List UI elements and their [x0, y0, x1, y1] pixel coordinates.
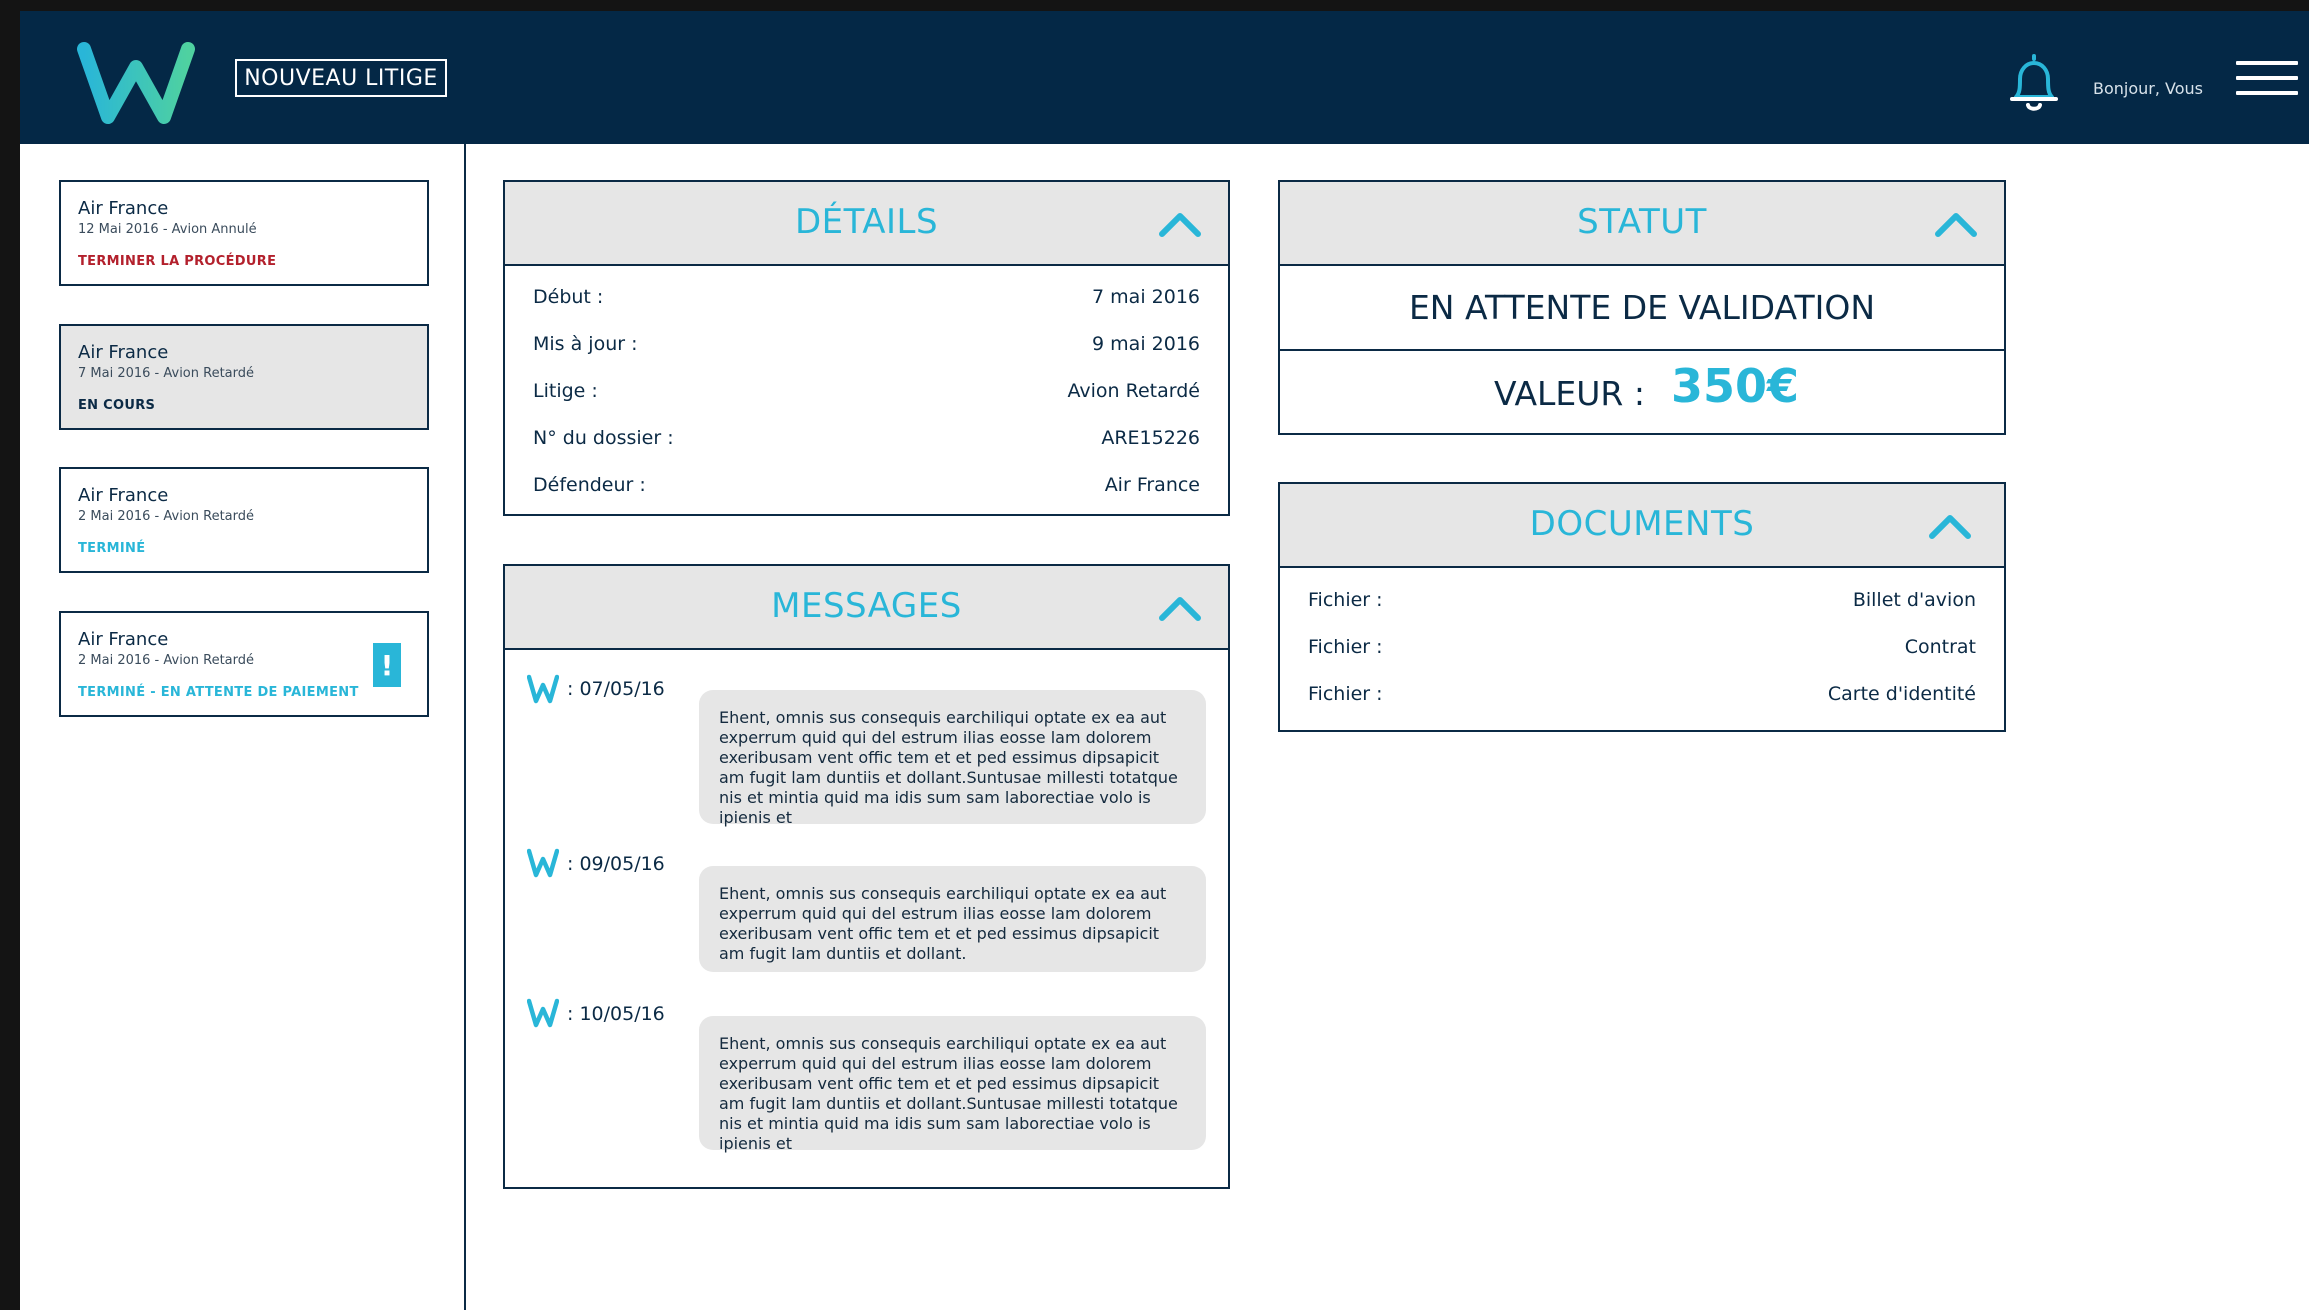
- message-date: : 09/05/16: [567, 853, 665, 875]
- case-card[interactable]: Air France 12 Mai 2016 - Avion Annulé TE…: [59, 180, 429, 286]
- w-logo-icon: [527, 998, 559, 1028]
- detail-value: 7 mai 2016: [1092, 286, 1200, 308]
- case-company: Air France: [78, 629, 169, 650]
- details-title: DÉTAILS: [794, 202, 939, 242]
- document-link[interactable]: Billet d'avion: [1853, 589, 1976, 611]
- status-panel-header: STATUT: [1280, 182, 2004, 266]
- case-card[interactable]: Air France 2 Mai 2016 - Avion Retardé TE…: [59, 467, 429, 573]
- messages-panel-header: MESSAGES: [505, 566, 1228, 650]
- messages-panel: MESSAGES : 07/05/16 Ehent, omnis sus con…: [503, 564, 1230, 1189]
- detail-value: Avion Retardé: [1067, 380, 1200, 402]
- chevron-up-icon[interactable]: [1928, 510, 1972, 540]
- documents-title: DOCUMENTS: [1529, 504, 1755, 544]
- message-bubble: Ehent, omnis sus consequis earchiliqui o…: [699, 1016, 1206, 1153]
- document-label: Fichier :: [1308, 683, 1383, 705]
- detail-label: Mis à jour :: [533, 333, 638, 355]
- case-status: TERMINER LA PROCÉDURE: [78, 254, 277, 269]
- w-logo-icon: [527, 674, 559, 704]
- menu-bar: [2236, 61, 2298, 65]
- window-frame-left: [0, 0, 20, 1310]
- case-company: Air France: [78, 342, 169, 363]
- case-subtitle: 2 Mai 2016 - Avion Retardé: [78, 509, 255, 524]
- message-date: : 10/05/16: [567, 1003, 665, 1025]
- document-link[interactable]: Carte d'identité: [1828, 683, 1976, 705]
- detail-label: Défendeur :: [533, 474, 646, 496]
- documents-panel: DOCUMENTS Fichier : Billet d'avion Fichi…: [1278, 482, 2006, 732]
- status-panel: STATUT EN ATTENTE DE VALIDATION VALEUR :…: [1278, 180, 2006, 435]
- case-status: TERMINÉ: [78, 541, 146, 556]
- messages-title: MESSAGES: [771, 586, 962, 626]
- chevron-up-icon[interactable]: [1158, 592, 1202, 622]
- message-bubble: Ehent, omnis sus consequis earchiliqui o…: [699, 690, 1206, 827]
- value-label: VALEUR :: [1494, 374, 1645, 413]
- status-value: EN ATTENTE DE VALIDATION: [1408, 288, 1876, 327]
- w-logo-icon: [527, 848, 559, 878]
- new-dispute-button[interactable]: NOUVEAU LITIGE: [235, 59, 447, 97]
- document-label: Fichier :: [1308, 589, 1383, 611]
- detail-value: ARE15226: [1101, 427, 1200, 449]
- documents-panel-header: DOCUMENTS: [1280, 484, 2004, 568]
- window-frame-top: [0, 0, 2309, 11]
- case-subtitle: 12 Mai 2016 - Avion Annulé: [78, 222, 257, 237]
- chevron-up-icon[interactable]: [1158, 208, 1202, 238]
- detail-label: Début :: [533, 286, 604, 308]
- document-label: Fichier :: [1308, 636, 1383, 658]
- case-status: TERMINÉ - EN ATTENTE DE PAIEMENT: [78, 685, 359, 700]
- status-title: STATUT: [1577, 202, 1707, 242]
- sidebar-divider: [464, 144, 466, 1310]
- details-panel-header: DÉTAILS: [505, 182, 1228, 266]
- case-company: Air France: [78, 485, 169, 506]
- case-card[interactable]: Air France 2 Mai 2016 - Avion Retardé TE…: [59, 611, 429, 717]
- case-company: Air France: [78, 198, 169, 219]
- menu-bar: [2236, 76, 2298, 80]
- divider: [1280, 349, 2004, 351]
- case-subtitle: 7 Mai 2016 - Avion Retardé: [78, 366, 255, 381]
- value-amount: 350€: [1671, 359, 1800, 413]
- message-bubble: Ehent, omnis sus consequis earchiliqui o…: [699, 866, 1206, 972]
- details-panel: DÉTAILS Début : 7 mai 2016 Mis à jour : …: [503, 180, 1230, 516]
- detail-label: Litige :: [533, 380, 598, 402]
- detail-label: N° du dossier :: [533, 427, 674, 449]
- user-greeting[interactable]: Bonjour, Vous: [2093, 79, 2203, 98]
- detail-value: Air France: [1104, 474, 1200, 496]
- document-link[interactable]: Contrat: [1905, 636, 1976, 658]
- chevron-up-icon[interactable]: [1934, 208, 1978, 238]
- case-card-active[interactable]: Air France 7 Mai 2016 - Avion Retardé EN…: [59, 324, 429, 430]
- case-subtitle: 2 Mai 2016 - Avion Retardé: [78, 653, 255, 668]
- hamburger-menu-icon[interactable]: [2236, 61, 2298, 105]
- top-header: NOUVEAU LITIGE Bonjour, Vous: [20, 11, 2309, 144]
- bell-icon[interactable]: [2001, 51, 2067, 117]
- case-status: EN COURS: [78, 398, 156, 413]
- w-logo-icon[interactable]: [76, 37, 196, 127]
- message-date: : 07/05/16: [567, 678, 665, 700]
- menu-bar: [2236, 91, 2298, 95]
- alert-icon: !: [373, 643, 401, 687]
- detail-value: 9 mai 2016: [1092, 333, 1200, 355]
